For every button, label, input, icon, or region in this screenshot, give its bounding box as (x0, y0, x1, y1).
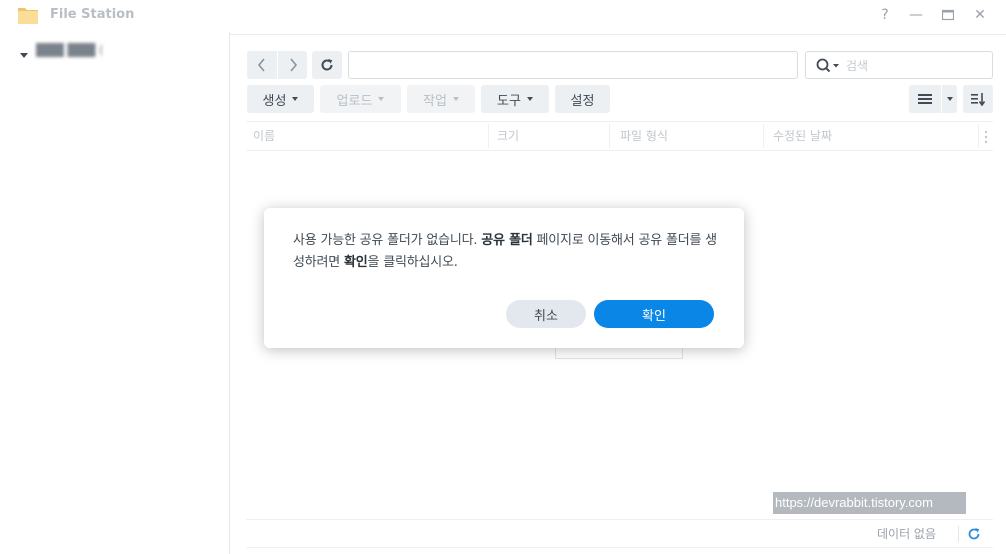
search-input[interactable]: 검색 (805, 51, 993, 79)
list-view-button[interactable] (909, 85, 941, 113)
column-header-name[interactable]: 이름 (253, 122, 275, 150)
footer-border (246, 547, 993, 548)
chevron-down-icon (292, 97, 299, 101)
search-icon[interactable] (816, 58, 840, 74)
path-input[interactable] (348, 51, 798, 79)
ok-button[interactable]: 확인 (594, 300, 714, 328)
upload-button-label: 업로드 (336, 93, 373, 109)
column-separator (763, 124, 764, 148)
refresh-button[interactable] (312, 51, 342, 79)
settings-button-label: 설정 (570, 93, 595, 109)
sort-button[interactable] (963, 85, 993, 113)
chevron-down-icon (946, 97, 953, 101)
dialog-message-text: 사용 가능한 공유 폴더가 없습니다. (293, 233, 482, 248)
column-options-icon[interactable] (984, 130, 988, 144)
back-button[interactable] (247, 51, 277, 79)
chevron-down-icon (378, 97, 385, 101)
column-separator (488, 124, 489, 148)
table-header-border (246, 150, 993, 151)
action-button-label: 작업 (423, 93, 447, 109)
column-header-type[interactable]: 파일 형식 (620, 122, 668, 150)
refresh-icon[interactable] (967, 527, 981, 541)
footer-border (246, 519, 993, 520)
action-button[interactable]: 작업 (407, 85, 475, 113)
tools-button-label: 도구 (497, 93, 521, 109)
view-dropdown-button[interactable] (942, 85, 957, 113)
tree-item-label[interactable]: ███ ███ (blurred) (36, 43, 102, 57)
tools-button[interactable]: 도구 (481, 85, 549, 113)
confirm-dialog: 사용 가능한 공유 폴더가 없습니다. 공유 폴더 페이지로 이동해서 공유 폴… (264, 208, 744, 348)
list-view-icon (918, 94, 932, 104)
dialog-message-bold: 확인 (343, 255, 368, 270)
chevron-down-icon (526, 97, 533, 101)
window-titlebar: File Station ? — ✕ (0, 0, 1006, 32)
dialog-message-bold: 공유 폴더 (481, 233, 533, 248)
window-title: File Station (50, 7, 135, 22)
cancel-button[interactable]: 취소 (506, 300, 586, 328)
chevron-down-icon (452, 97, 459, 101)
chevron-right-icon (289, 58, 297, 72)
settings-button[interactable]: 설정 (555, 85, 610, 113)
help-icon[interactable]: ? (875, 5, 895, 25)
watermark-text: https://devrabbit.tistory.com (773, 492, 966, 514)
column-separator (978, 124, 979, 148)
upload-button[interactable]: 업로드 (320, 85, 401, 113)
forward-button[interactable] (278, 51, 307, 79)
sidebar: ███ ███ (blurred) (0, 32, 230, 554)
search-placeholder: 검색 (846, 59, 869, 73)
create-button[interactable]: 생성 (247, 85, 314, 113)
dialog-message: 사용 가능한 공유 폴더가 없습니다. 공유 폴더 페이지로 이동해서 공유 폴… (293, 230, 723, 274)
create-button-label: 생성 (262, 93, 287, 109)
tree-expand-arrow-icon[interactable] (20, 53, 28, 58)
sort-icon (971, 93, 986, 106)
maximize-icon[interactable] (938, 5, 958, 25)
refresh-icon (321, 59, 333, 71)
footer-separator (958, 526, 959, 542)
folder-app-icon (18, 8, 38, 24)
status-text: 데이터 없음 (877, 527, 937, 541)
close-icon[interactable]: ✕ (970, 5, 990, 25)
column-header-size[interactable]: 크기 (497, 122, 519, 150)
column-header-modified[interactable]: 수정된 날짜 (773, 122, 832, 150)
dialog-message-text: 을 클릭하십시오. (367, 255, 458, 270)
minimize-icon[interactable]: — (906, 5, 926, 25)
chevron-left-icon (257, 58, 265, 72)
column-separator (609, 124, 610, 148)
